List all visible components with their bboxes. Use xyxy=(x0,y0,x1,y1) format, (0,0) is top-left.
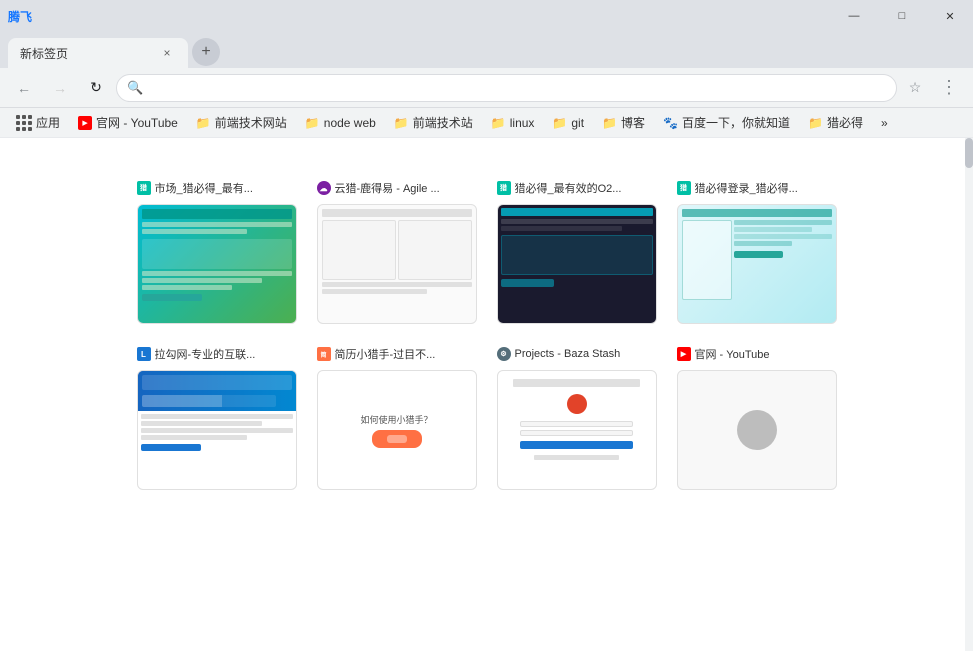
youtube-loading-circle xyxy=(737,410,777,450)
tab-label: 新标签页 xyxy=(20,45,68,62)
favicon-6: ⚙ xyxy=(497,347,511,361)
folder-icon: 📁 xyxy=(602,116,617,130)
most-visited-grid: 猎 市场_猎必得_最有... xyxy=(0,158,973,510)
card-title-0: 猎 市场_猎必得_最有... xyxy=(137,178,297,198)
bookmarks-bar: 应用 ▶ 官网 - YouTube 📁 前端技术网站 📁 node web 📁 … xyxy=(0,108,973,138)
bookmark-youtube-label: 官网 - YouTube xyxy=(96,114,178,131)
card-title-3: 猎 猎必得登录_猎必得... xyxy=(677,178,837,198)
minimize-button[interactable]: — xyxy=(831,0,877,32)
favicon-0: 猎 xyxy=(137,181,151,195)
most-visited-card-5[interactable]: 简 简历小猎手-过目不... 如何使用小猎手？ xyxy=(317,344,477,490)
card-label-5: 简历小猎手-过目不... xyxy=(335,346,436,362)
bookmark-frontend-tech-label: 前端技术站 xyxy=(413,114,473,131)
apps-launcher-button[interactable]: 应用 xyxy=(8,112,68,133)
most-visited-card-2[interactable]: 猎 猎必得_最有效的O2... xyxy=(497,178,657,324)
forward-button[interactable]: → xyxy=(44,72,76,104)
bookmark-blog[interactable]: 📁 博客 xyxy=(594,112,653,133)
bookmark-star-button[interactable]: ☆ xyxy=(901,74,929,102)
title-bar: 腾飞 — □ ✕ xyxy=(0,0,973,32)
folder-icon: 📁 xyxy=(491,116,506,130)
bookmark-git[interactable]: 📁 git xyxy=(544,114,592,132)
bookmark-liebi-label: 猎必得 xyxy=(827,114,863,131)
card-label-0: 市场_猎必得_最有... xyxy=(155,180,253,196)
bookmark-node-web-label: node web xyxy=(324,116,376,130)
card-title-5: 简 简历小猎手-过目不... xyxy=(317,344,477,364)
apps-label: 应用 xyxy=(36,114,60,131)
bookmark-youtube[interactable]: ▶ 官网 - YouTube xyxy=(70,112,186,133)
folder-icon: 📁 xyxy=(552,116,567,130)
card-title-2: 猎 猎必得_最有效的O2... xyxy=(497,178,657,198)
most-visited-card-1[interactable]: ☁ 云猎-鹿得易 - Agile ... xyxy=(317,178,477,324)
new-tab-button[interactable]: + xyxy=(192,38,220,66)
baidu-icon: 🐾 xyxy=(663,116,678,130)
bookmark-linux-label: linux xyxy=(510,116,535,130)
most-visited-card-4[interactable]: L 拉勾网-专业的互联... xyxy=(137,344,297,490)
window-controls: — □ ✕ xyxy=(831,0,973,32)
refresh-button[interactable]: ↻ xyxy=(80,72,112,104)
card-label-7: 官网 - YouTube xyxy=(695,346,770,362)
card-label-2: 猎必得_最有效的O2... xyxy=(515,180,622,196)
bookmark-blog-label: 博客 xyxy=(621,114,645,131)
howto-text: 如何使用小猎手？ xyxy=(360,413,432,426)
bookmark-frontend-label: 前端技术网站 xyxy=(215,114,287,131)
favicon-1: ☁ xyxy=(317,181,331,195)
close-button[interactable]: ✕ xyxy=(927,0,973,32)
card-title-7: ▶ 官网 - YouTube xyxy=(677,344,837,364)
bookmark-node-web[interactable]: 📁 node web xyxy=(297,114,384,132)
folder-icon: 📁 xyxy=(808,116,823,130)
card-label-6: Projects - Baza Stash xyxy=(515,348,621,360)
most-visited-card-0[interactable]: 猎 市场_猎必得_最有... xyxy=(137,178,297,324)
card-title-4: L 拉勾网-专业的互联... xyxy=(137,344,297,364)
youtube-favicon: ▶ xyxy=(78,116,92,130)
chrome-menu-button[interactable]: ⋮ xyxy=(933,72,965,104)
favicon-4: L xyxy=(137,347,151,361)
favicon-5: 简 xyxy=(317,347,331,361)
maximize-button[interactable]: □ xyxy=(879,0,925,32)
bookmark-baidu-label: 百度一下，你就知道 xyxy=(682,114,790,131)
card-label-4: 拉勾网-专业的互联... xyxy=(155,346,256,362)
favicon-2: 猎 xyxy=(497,181,511,195)
bookmark-frontend-site[interactable]: 📁 前端技术网站 xyxy=(188,112,295,133)
bookmarks-more-button[interactable]: » xyxy=(875,114,894,132)
scrollbar-track xyxy=(965,138,973,651)
most-visited-card-6[interactable]: ⚙ Projects - Baza Stash xyxy=(497,344,657,490)
card-title-1: ☁ 云猎-鹿得易 - Agile ... xyxy=(317,178,477,198)
tencent-logo: 腾飞 xyxy=(8,8,32,25)
favicon-7: ▶ xyxy=(677,347,691,361)
apps-grid-icon xyxy=(16,115,32,131)
scrollbar-thumb[interactable] xyxy=(965,138,973,168)
folder-icon: 📁 xyxy=(196,116,211,130)
card-label-1: 云猎-鹿得易 - Agile ... xyxy=(335,180,440,196)
tab-bar: 新标签页 × + xyxy=(0,32,973,68)
address-bar[interactable]: 🔍 xyxy=(116,74,897,102)
card-thumbnail-1 xyxy=(317,204,477,324)
active-tab[interactable]: 新标签页 × xyxy=(8,38,188,68)
new-tab-page: 猎 市场_猎必得_最有... xyxy=(0,138,973,651)
card-thumbnail-5: 如何使用小猎手？ xyxy=(317,370,477,490)
folder-icon: 📁 xyxy=(305,116,320,130)
bookmark-linux[interactable]: 📁 linux xyxy=(483,114,543,132)
toolbar: ← → ↻ 🔍 ☆ ⋮ xyxy=(0,68,973,108)
address-input[interactable] xyxy=(149,80,886,95)
bookmark-git-label: git xyxy=(571,116,584,130)
search-icon: 🔍 xyxy=(127,80,143,96)
back-button[interactable]: ← xyxy=(8,72,40,104)
card-title-6: ⚙ Projects - Baza Stash xyxy=(497,344,657,364)
tab-close-button[interactable]: × xyxy=(158,44,176,62)
most-visited-card-3[interactable]: 猎 猎必得登录_猎必得... xyxy=(677,178,837,324)
card-label-3: 猎必得登录_猎必得... xyxy=(695,180,798,196)
card-thumbnail-4 xyxy=(137,370,297,490)
card-thumbnail-3 xyxy=(677,204,837,324)
card-thumbnail-2 xyxy=(497,204,657,324)
bookmark-baidu[interactable]: 🐾 百度一下，你就知道 xyxy=(655,112,798,133)
card-thumbnail-0 xyxy=(137,204,297,324)
most-visited-card-7[interactable]: ▶ 官网 - YouTube xyxy=(677,344,837,490)
card-thumbnail-6 xyxy=(497,370,657,490)
bookmark-liebi[interactable]: 📁 猎必得 xyxy=(800,112,871,133)
card-thumbnail-7 xyxy=(677,370,837,490)
bookmark-frontend-tech[interactable]: 📁 前端技术站 xyxy=(386,112,481,133)
favicon-3: 猎 xyxy=(677,181,691,195)
folder-icon: 📁 xyxy=(394,116,409,130)
